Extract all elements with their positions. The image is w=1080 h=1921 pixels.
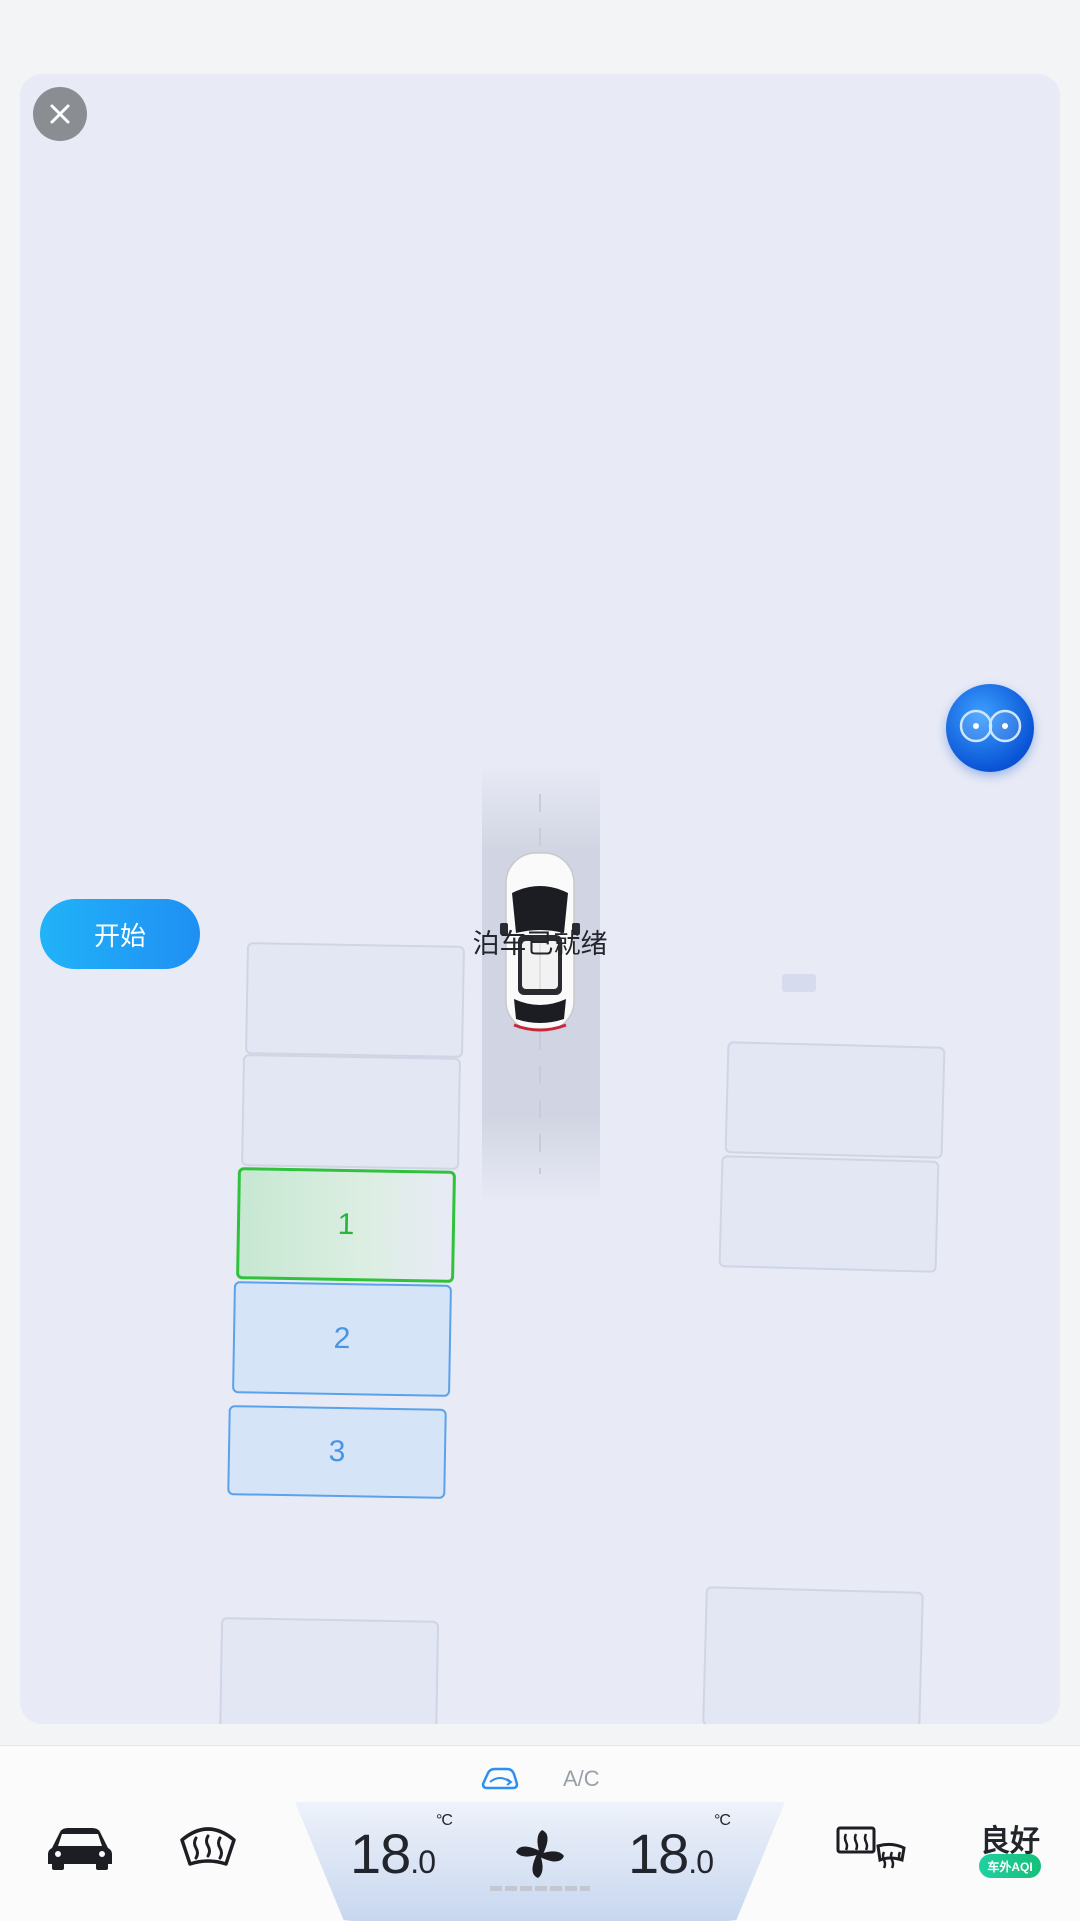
parking-status: 泊车已就绪	[472, 929, 608, 959]
car-icon[interactable]	[46, 1824, 114, 1870]
right-temp-dec: .0	[688, 1844, 714, 1880]
ac-recirculation-icon[interactable]	[480, 1764, 520, 1792]
close-button[interactable]	[33, 87, 87, 141]
assistant-button[interactable]	[946, 684, 1034, 772]
start-parking-button[interactable]: 开始	[40, 899, 200, 969]
map-marker	[782, 974, 816, 992]
rear-defrost-icon[interactable]	[836, 1824, 908, 1870]
parking-slot-empty	[218, 1617, 440, 1724]
slot-number: 1	[337, 1207, 355, 1242]
front-defrost-icon[interactable]	[178, 1820, 238, 1868]
parking-slot-1[interactable]: 1	[236, 1167, 456, 1283]
parking-slot-empty	[724, 1041, 946, 1159]
parking-slot-empty	[245, 942, 465, 1058]
parking-view: 开始 泊车已就绪 1 2 3	[20, 74, 1060, 1724]
parking-slot-3[interactable]: 3	[227, 1405, 447, 1499]
slot-number: 3	[328, 1434, 346, 1469]
parking-slot-2[interactable]: 2	[232, 1281, 452, 1397]
climate-bar: A/C 18.0°C 18.0°C 良好 车外AQI	[0, 1745, 1080, 1921]
right-temp-int: 18	[628, 1822, 689, 1885]
left-temp-unit: °C	[435, 1812, 453, 1830]
right-temperature[interactable]: 18.0 °C	[628, 1812, 731, 1886]
fan-icon[interactable]	[514, 1828, 566, 1880]
assistant-icon	[959, 709, 1022, 743]
parking-slot-empty	[702, 1586, 924, 1724]
parking-slot-empty	[718, 1155, 940, 1273]
fan-speed-indicator	[490, 1886, 590, 1891]
ac-button[interactable]: A/C	[563, 1766, 600, 1792]
aqi-badge: 车外AQI	[979, 1854, 1041, 1878]
left-temperature[interactable]: 18.0 °C	[350, 1812, 453, 1886]
right-temp-unit: °C	[713, 1812, 731, 1830]
left-temp-dec: .0	[410, 1844, 436, 1880]
close-icon	[50, 104, 70, 124]
parking-slot-empty	[241, 1054, 461, 1170]
left-temp-int: 18	[350, 1822, 411, 1885]
slot-number: 2	[333, 1321, 351, 1356]
